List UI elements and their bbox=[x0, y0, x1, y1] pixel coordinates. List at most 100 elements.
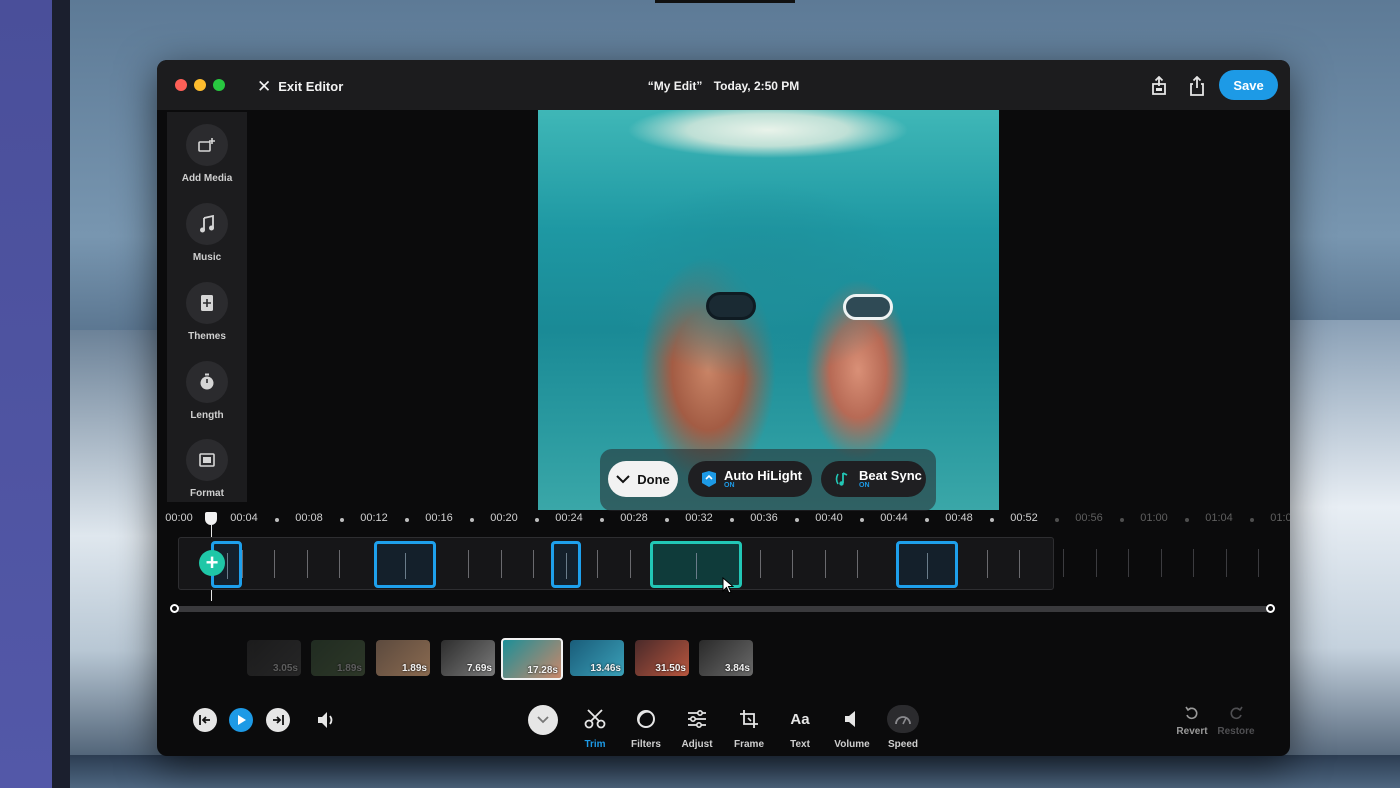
track-divider bbox=[857, 550, 858, 578]
track-divider bbox=[501, 550, 502, 578]
volume-icon bbox=[824, 705, 880, 733]
timeline-track[interactable] bbox=[178, 537, 1054, 590]
add-hilight-button[interactable]: + bbox=[199, 550, 225, 576]
done-button[interactable]: Done bbox=[608, 461, 678, 497]
track-divider bbox=[1128, 549, 1129, 577]
sidebar-item-themes[interactable]: Themes bbox=[167, 282, 247, 342]
sidebar-item-format[interactable]: Format bbox=[167, 439, 247, 499]
clip-thumbnail[interactable]: 7.69s bbox=[441, 640, 495, 676]
timeline-scrub-bar[interactable] bbox=[175, 606, 1272, 612]
desktop-window-edge bbox=[52, 0, 70, 788]
sidebar-item-label: Format bbox=[190, 488, 224, 499]
tool-label: Trim bbox=[584, 739, 606, 750]
themes-icon bbox=[186, 282, 228, 324]
scrub-end-handle[interactable] bbox=[1266, 604, 1275, 613]
tool-label: Frame bbox=[733, 739, 764, 750]
track-divider bbox=[1063, 549, 1064, 577]
skip-back-icon bbox=[199, 715, 210, 725]
tool-filters[interactable]: Filters bbox=[618, 705, 674, 750]
clip-thumbnail[interactable]: 13.46s bbox=[570, 640, 624, 676]
timeline-tick-label: 00:28 bbox=[620, 512, 648, 524]
clip-thumbnail-selected[interactable]: 17.28s bbox=[501, 638, 563, 680]
auto-hilight-toggle[interactable]: Auto HiLight ON bbox=[688, 461, 812, 497]
clip-duration: 17.28s bbox=[527, 665, 558, 676]
mute-toggle-button[interactable] bbox=[315, 708, 339, 732]
timeline-tick-label: 00:24 bbox=[555, 512, 583, 524]
snorkel-mask-child-right bbox=[843, 294, 893, 320]
track-divider bbox=[1258, 549, 1259, 577]
timeline-ruler[interactable]: 00:00 00:04 00:08 00:12 00:16 00:20 00:24 00:28… bbox=[165, 510, 1290, 528]
revert-button[interactable]: Revert bbox=[1172, 706, 1212, 737]
timeline-tick-label: 00:20 bbox=[490, 512, 518, 524]
track-divider bbox=[339, 550, 340, 578]
timeline-tick-dot bbox=[924, 518, 929, 522]
beat-sync-state: ON bbox=[859, 482, 870, 490]
scrub-start-handle[interactable] bbox=[170, 604, 179, 613]
timeline-tick-label: 00:44 bbox=[880, 512, 908, 524]
sidebar-item-add-media[interactable]: Add Media bbox=[167, 124, 247, 184]
play-button[interactable] bbox=[229, 708, 253, 732]
chevron-down-icon bbox=[537, 716, 549, 724]
track-divider bbox=[1019, 550, 1020, 578]
timeline-tick-dot bbox=[469, 518, 474, 522]
tool-trim[interactable]: Trim bbox=[567, 705, 623, 750]
beat-sync-label: Beat Sync bbox=[859, 467, 922, 483]
save-button[interactable]: Save bbox=[1219, 70, 1278, 100]
clip-thumbnail[interactable]: 3.05s bbox=[247, 640, 301, 676]
clip-thumbnail[interactable]: 31.50s bbox=[635, 640, 689, 676]
editor-window: ✕ Exit Editor “My Edit” Today, 2:50 PM S… bbox=[157, 60, 1290, 756]
sliders-icon bbox=[669, 705, 725, 733]
track-divider bbox=[760, 550, 761, 578]
timeline-track-empty bbox=[1054, 537, 1279, 590]
timeline-tick-label: 00:08 bbox=[295, 512, 323, 524]
timeline-tick-dot bbox=[534, 518, 539, 522]
clip-thumbnail[interactable]: 3.84s bbox=[699, 640, 753, 676]
beat-sync-icon bbox=[835, 472, 848, 486]
redo-icon bbox=[1230, 706, 1243, 720]
track-divider bbox=[468, 550, 469, 578]
sidebar-item-length[interactable]: Length bbox=[167, 361, 247, 421]
timeline-tick-label: 00:16 bbox=[425, 512, 453, 524]
tool-adjust[interactable]: Adjust bbox=[669, 705, 725, 750]
skip-back-button[interactable] bbox=[193, 708, 217, 732]
track-divider bbox=[1193, 549, 1194, 577]
clip-duration: 3.84s bbox=[724, 663, 750, 674]
tool-speed[interactable]: Speed bbox=[875, 705, 931, 750]
done-label: Done bbox=[637, 471, 670, 487]
auto-hilight-label: Auto HiLight bbox=[724, 467, 802, 483]
timeline-tick-label: 00:32 bbox=[685, 512, 713, 524]
skip-forward-button[interactable] bbox=[266, 708, 290, 732]
hilight-segment[interactable] bbox=[374, 541, 436, 588]
hilight-segment[interactable] bbox=[896, 541, 958, 588]
sidebar-item-label: Length bbox=[190, 410, 224, 421]
timeline-tick-dot bbox=[1184, 518, 1189, 522]
track-divider bbox=[1161, 549, 1162, 577]
timeline-tick-dot bbox=[729, 518, 734, 522]
mouse-cursor-icon bbox=[722, 577, 734, 594]
document-name: “My Edit” bbox=[647, 79, 703, 93]
collapse-tools-button[interactable] bbox=[528, 705, 558, 735]
playhead-handle[interactable] bbox=[205, 512, 217, 525]
clip-thumbnail[interactable]: 1.89s bbox=[311, 640, 365, 676]
timeline-tick-label: 00:36 bbox=[750, 512, 778, 524]
sidebar-item-music[interactable]: Music bbox=[167, 203, 247, 263]
restore-button[interactable]: Restore bbox=[1216, 706, 1256, 737]
beat-sync-toggle[interactable]: Beat Sync ON bbox=[821, 461, 926, 497]
share-icon bbox=[1190, 76, 1204, 96]
track-divider bbox=[533, 550, 534, 578]
share-button[interactable] bbox=[1186, 75, 1208, 97]
export-media-button[interactable] bbox=[1148, 75, 1170, 97]
clip-duration: 3.05s bbox=[272, 663, 298, 674]
hilight-segment[interactable] bbox=[551, 541, 581, 588]
auto-hilight-icon bbox=[702, 471, 716, 487]
clip-duration: 1.89s bbox=[401, 663, 427, 674]
skip-forward-icon bbox=[273, 715, 284, 725]
tool-volume[interactable]: Volume bbox=[824, 705, 880, 750]
tool-text[interactable]: Aa Text bbox=[772, 705, 828, 751]
timeline-tick-label: 01:00 bbox=[1140, 512, 1168, 524]
tool-frame[interactable]: Frame bbox=[721, 705, 777, 750]
speed-icon bbox=[875, 705, 931, 733]
track-divider bbox=[597, 550, 598, 578]
clip-thumbnail[interactable]: 1.89s bbox=[376, 640, 430, 676]
timeline-tick-label: 00:04 bbox=[230, 512, 258, 524]
